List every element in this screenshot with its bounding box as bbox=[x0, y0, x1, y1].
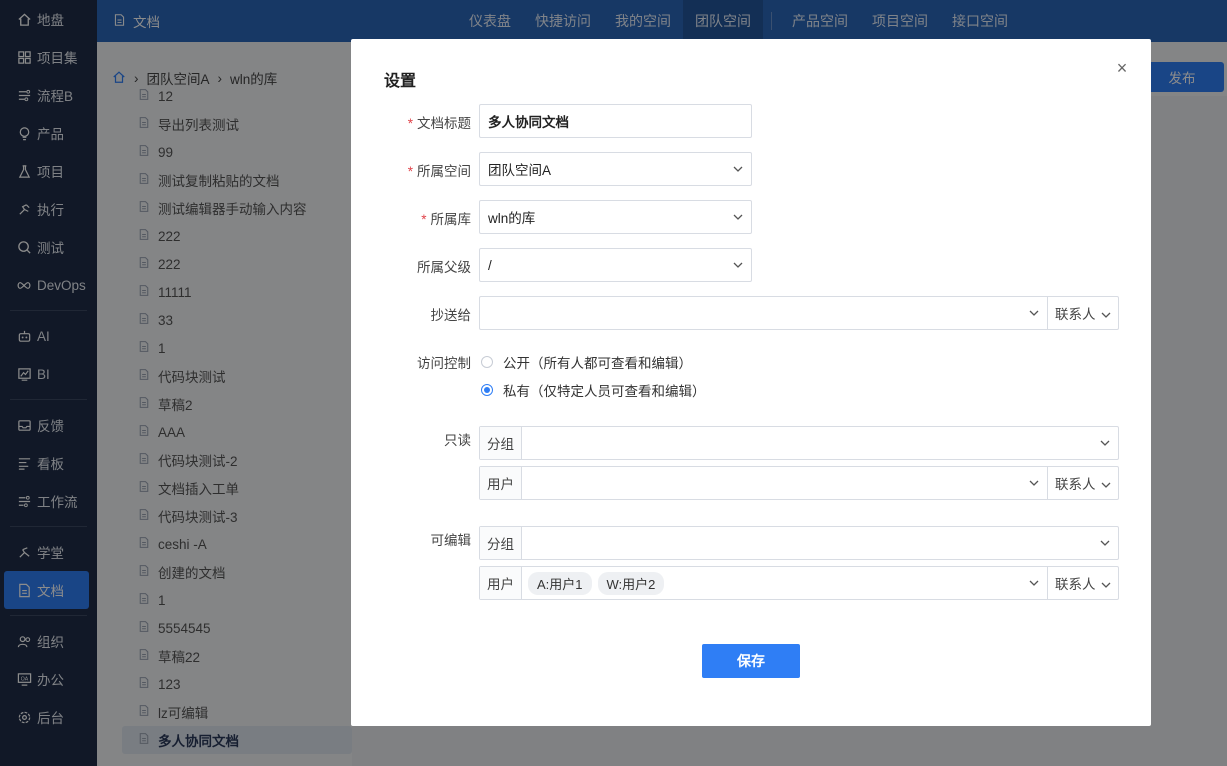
space-label: * 所属空间 bbox=[407, 164, 471, 179]
lib-select[interactable]: wln的库 bbox=[479, 200, 752, 234]
access-label: 访问控制 bbox=[417, 356, 471, 371]
chevron-down-icon bbox=[1092, 440, 1118, 446]
radio-checked bbox=[481, 384, 493, 396]
settings-modal: 设置 × * 文档标题 多人协同文档 * 所属空间 团队空间A * 所属库 wln的库… bbox=[351, 39, 1151, 726]
required-mark: * bbox=[407, 164, 413, 179]
chevron-down-icon bbox=[1021, 580, 1047, 586]
access-private-radio[interactable]: 私有（仅特定人员可查看和编辑） bbox=[481, 380, 706, 400]
doc-title-label: * 文档标题 bbox=[407, 116, 471, 131]
group-prefix: 分组 bbox=[480, 527, 522, 559]
close-icon[interactable]: × bbox=[1113, 59, 1131, 77]
readonly-user-select[interactable]: 用户 bbox=[479, 466, 1048, 500]
chevron-down-icon bbox=[725, 262, 751, 268]
access-public-radio[interactable]: 公开（所有人都可查看和编辑） bbox=[481, 352, 692, 372]
cc-select[interactable] bbox=[479, 296, 1048, 330]
user-prefix: 用户 bbox=[480, 467, 522, 499]
editable-group-select[interactable]: 分组 bbox=[479, 526, 1119, 560]
save-button[interactable]: 保存 bbox=[702, 644, 800, 678]
required-mark: * bbox=[421, 212, 427, 227]
radio-unchecked bbox=[481, 356, 493, 368]
chevron-down-icon bbox=[1101, 306, 1111, 321]
doc-title-input[interactable]: 多人协同文档 bbox=[479, 104, 752, 138]
chevron-down-icon bbox=[1101, 576, 1111, 591]
editable-user-select[interactable]: 用户 A:用户1 W:用户2 bbox=[479, 566, 1048, 600]
readonly-label: 只读 bbox=[444, 433, 471, 448]
editable-label: 可编辑 bbox=[430, 533, 472, 548]
cc-contact-dropdown[interactable]: 联系人 bbox=[1047, 296, 1119, 330]
lib-label: * 所属库 bbox=[421, 212, 471, 227]
chevron-down-icon bbox=[1101, 476, 1111, 491]
chevron-down-icon bbox=[1092, 540, 1118, 546]
parent-label: 所属父级 bbox=[417, 260, 471, 275]
cc-label: 抄送给 bbox=[430, 308, 472, 323]
editable-contact-dropdown[interactable]: 联系人 bbox=[1047, 566, 1119, 600]
readonly-group-select[interactable]: 分组 bbox=[479, 426, 1119, 460]
user-tag[interactable]: A:用户1 bbox=[528, 571, 592, 595]
user-prefix: 用户 bbox=[480, 567, 522, 599]
required-mark: * bbox=[407, 116, 413, 131]
chevron-down-icon bbox=[1021, 310, 1047, 316]
parent-select[interactable]: / bbox=[479, 248, 752, 282]
chevron-down-icon bbox=[725, 214, 751, 220]
chevron-down-icon bbox=[1021, 480, 1047, 486]
chevron-down-icon bbox=[725, 166, 751, 172]
space-select[interactable]: 团队空间A bbox=[479, 152, 752, 186]
user-tag[interactable]: W:用户2 bbox=[597, 571, 665, 595]
readonly-contact-dropdown[interactable]: 联系人 bbox=[1047, 466, 1119, 500]
group-prefix: 分组 bbox=[480, 427, 522, 459]
modal-title: 设置 bbox=[384, 73, 417, 90]
